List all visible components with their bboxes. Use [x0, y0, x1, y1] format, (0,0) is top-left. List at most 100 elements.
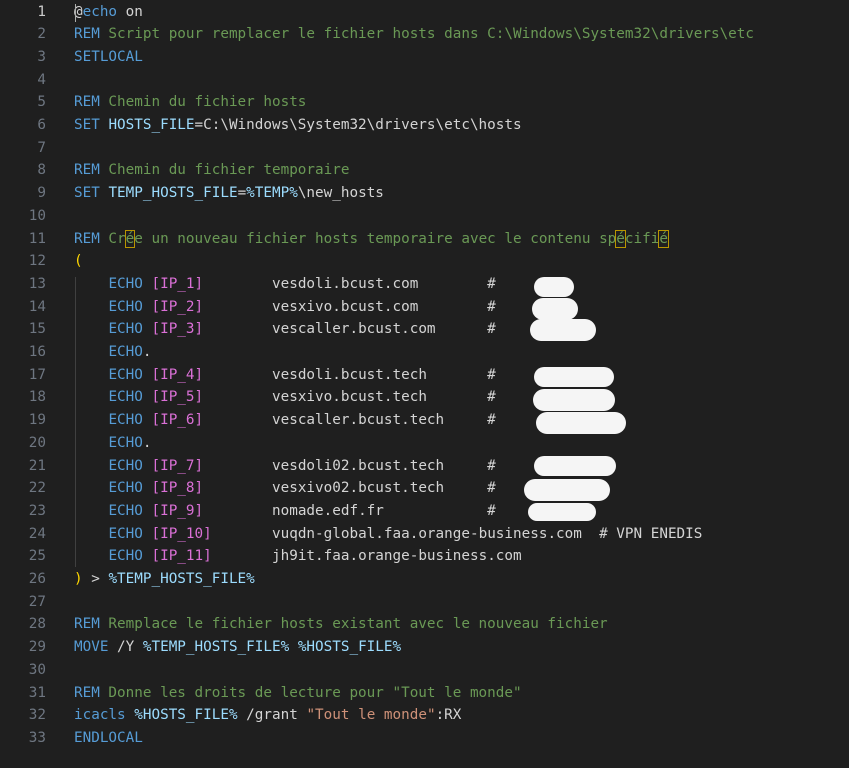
code-token: vesxivo.bcust.com # [203, 298, 496, 315]
code-line[interactable]: 18 ECHO [IP_5] vesxivo.bcust.tech # [0, 386, 849, 409]
line-number: 22 [28, 480, 46, 497]
code-token: ECHO [108, 275, 143, 292]
code-line[interactable]: 31 REM Donne les droits de lecture pour "… [0, 682, 849, 705]
line-code[interactable]: ( [74, 250, 83, 273]
line-code[interactable]: REM Donne les droits de lecture pour "To… [74, 682, 522, 705]
line-code[interactable]: SET HOSTS_FILE=C:\Windows\System32\drive… [74, 114, 522, 137]
code-token: Remplace le fichier hosts existant avec … [99, 616, 608, 633]
line-code[interactable]: ECHO [IP_2] vesxivo.bcust.com # [74, 296, 496, 319]
code-token: vesdoli.bcust.com # [203, 275, 496, 292]
line-code[interactable]: MOVE /Y %TEMP_HOSTS_FILE% %HOSTS_FILE% [74, 636, 401, 659]
code-line[interactable]: 27 [0, 591, 849, 614]
line-number: 28 [28, 616, 46, 633]
line-code[interactable]: REM Remplace le fichier hosts existant a… [74, 613, 608, 636]
line-code[interactable]: ECHO [IP_10] vuqdn-global.faa.orange-bus… [74, 523, 702, 546]
code-token: /Y [108, 639, 143, 656]
code-line[interactable]: 10 [0, 205, 849, 228]
code-token: ENDLOCAL [74, 729, 143, 746]
code-line[interactable]: 20 ECHO. [0, 432, 849, 455]
code-line[interactable]: 19 ECHO [IP_6] vescaller.bcust.tech # [0, 409, 849, 432]
redaction-mark [524, 479, 610, 501]
code-token: vesxivo02.bcust.tech # [203, 480, 496, 497]
line-code[interactable]: ECHO [IP_4] vesdoli.bcust.tech # [74, 364, 495, 387]
code-line[interactable]: 30 [0, 659, 849, 682]
code-line[interactable]: 8 REM Chemin du fichier temporaire [0, 159, 849, 182]
line-number: 32 [28, 707, 46, 724]
line-code[interactable]: REM Chemin du fichier temporaire [74, 159, 349, 182]
code-token: Chemin du fichier temporaire [99, 162, 350, 179]
code-token: ECHO [108, 389, 143, 406]
line-code[interactable]: @echo on [74, 1, 143, 24]
line-code[interactable]: ECHO [IP_1] vesdoli.bcust.com # [74, 273, 496, 296]
code-token: %TEMP_HOSTS_FILE% [108, 571, 255, 587]
redaction-mark [534, 367, 614, 387]
line-code[interactable]: SETLOCAL [74, 46, 143, 69]
code-line[interactable]: 33 ENDLOCAL [0, 727, 849, 750]
code-line[interactable]: 7 [0, 137, 849, 160]
code-line[interactable]: 23 ECHO [IP_9] nomade.edf.fr # [0, 500, 849, 523]
line-code[interactable]: REM Crée un nouveau fichier hosts tempor… [74, 228, 669, 251]
line-number: 12 [28, 253, 46, 270]
code-editor[interactable]: 1 @echo on 2 REM Script pour remplacer le f… [0, 0, 849, 768]
code-line[interactable]: 13 ECHO [IP_1] vesdoli.bcust.com # [0, 273, 849, 296]
code-line[interactable]: 5 REM Chemin du fichier hosts [0, 91, 849, 114]
code-line[interactable]: 1 @echo on [0, 1, 849, 24]
code-token: [IP_10] [151, 525, 212, 542]
code-line[interactable]: 16 ECHO. [0, 341, 849, 364]
code-token: [IP_3] [151, 321, 204, 338]
code-line[interactable]: 11 REM Crée un nouveau fichier hosts temp… [0, 228, 849, 251]
code-token: Cr [99, 230, 126, 247]
line-code[interactable]: ECHO [IP_9] nomade.edf.fr # [74, 500, 495, 523]
code-token: REM [74, 94, 100, 111]
code-token: icacls [74, 707, 126, 724]
code-line[interactable]: 17 ECHO [IP_4] vesdoli.bcust.tech # [0, 364, 849, 387]
line-code[interactable]: icacls %HOSTS_FILE% /grant "Tout le mond… [74, 704, 461, 727]
code-line[interactable]: 15 ECHO [IP_3] vescaller.bcust.com # [0, 318, 849, 341]
line-code[interactable]: ECHO [IP_6] vescaller.bcust.tech # [74, 409, 495, 432]
line-number: 13 [28, 275, 46, 292]
line-code[interactable]: ECHO [IP_3] vescaller.bcust.com # [74, 318, 495, 341]
line-code[interactable]: REM Script pour remplacer le fichier hos… [74, 23, 754, 46]
code-line[interactable]: 22 ECHO [IP_8] vesxivo02.bcust.tech # [0, 477, 849, 500]
line-code[interactable]: REM Chemin du fichier hosts [74, 91, 306, 114]
code-line[interactable]: 26) > %TEMP_HOSTS_FILE% [0, 568, 849, 591]
code-line[interactable]: 28 REM Remplace le fichier hosts existant… [0, 613, 849, 636]
line-code[interactable]: ECHO [IP_11] jh9it.faa.orange-business.c… [74, 545, 522, 568]
line-code[interactable]: ECHO. [74, 432, 151, 455]
code-line[interactable]: 14 ECHO [IP_2] vesxivo.bcust.com # [0, 296, 849, 319]
line-code[interactable]: ECHO [IP_7] vesdoli02.bcust.tech # [74, 455, 495, 478]
line-number: 4 [37, 71, 46, 88]
line-number: 6 [37, 117, 46, 133]
line-code[interactable]: ENDLOCAL [74, 727, 143, 750]
line-code[interactable]: ) > %TEMP_HOSTS_FILE% [74, 568, 255, 591]
line-number: 7 [37, 139, 46, 156]
indent-guide [75, 277, 76, 567]
line-code[interactable]: ECHO [IP_5] vesxivo.bcust.tech # [74, 386, 495, 409]
code-line[interactable]: 29 MOVE /Y %TEMP_HOSTS_FILE% %HOSTS_FILE% [0, 636, 849, 659]
code-token: ECHO [108, 434, 143, 451]
code-line[interactable]: 6 SET HOSTS_FILE=C:\Windows\System32\driv… [0, 114, 849, 137]
code-line[interactable]: 12 ( [0, 250, 849, 273]
code-line[interactable]: 9 SET TEMP_HOSTS_FILE=%TEMP%\new_hosts [0, 182, 849, 205]
code-line[interactable]: 3 SETLOCAL [0, 46, 849, 69]
line-number: 5 [37, 94, 46, 111]
code-line[interactable]: 21 ECHO [IP_7] vesdoli02.bcust.tech # [0, 455, 849, 478]
line-code[interactable]: SET TEMP_HOSTS_FILE=%TEMP%\new_hosts [74, 182, 384, 205]
line-code[interactable]: ECHO. [74, 341, 151, 364]
code-line[interactable]: 25 ECHO [IP_11] jh9it.faa.orange-busines… [0, 545, 849, 568]
code-token: %HOSTS_FILE% [297, 639, 402, 656]
code-line[interactable]: 24 ECHO [IP_10] vuqdn-global.faa.orange-… [0, 523, 849, 546]
code-token: /grant [237, 707, 307, 724]
line-number: 17 [28, 366, 46, 383]
code-line[interactable]: 32 icacls %HOSTS_FILE% /grant "Tout le mo… [0, 704, 849, 727]
line-code[interactable]: ECHO [IP_8] vesxivo02.bcust.tech # [74, 477, 496, 500]
code-token: jh9it.faa.orange-business.com [211, 548, 522, 565]
code-line[interactable]: 4 [0, 69, 849, 92]
code-token: . [142, 344, 152, 360]
code-token: ( [74, 253, 83, 270]
code-line[interactable]: 2 REM Script pour remplacer le fichier ho… [0, 23, 849, 46]
